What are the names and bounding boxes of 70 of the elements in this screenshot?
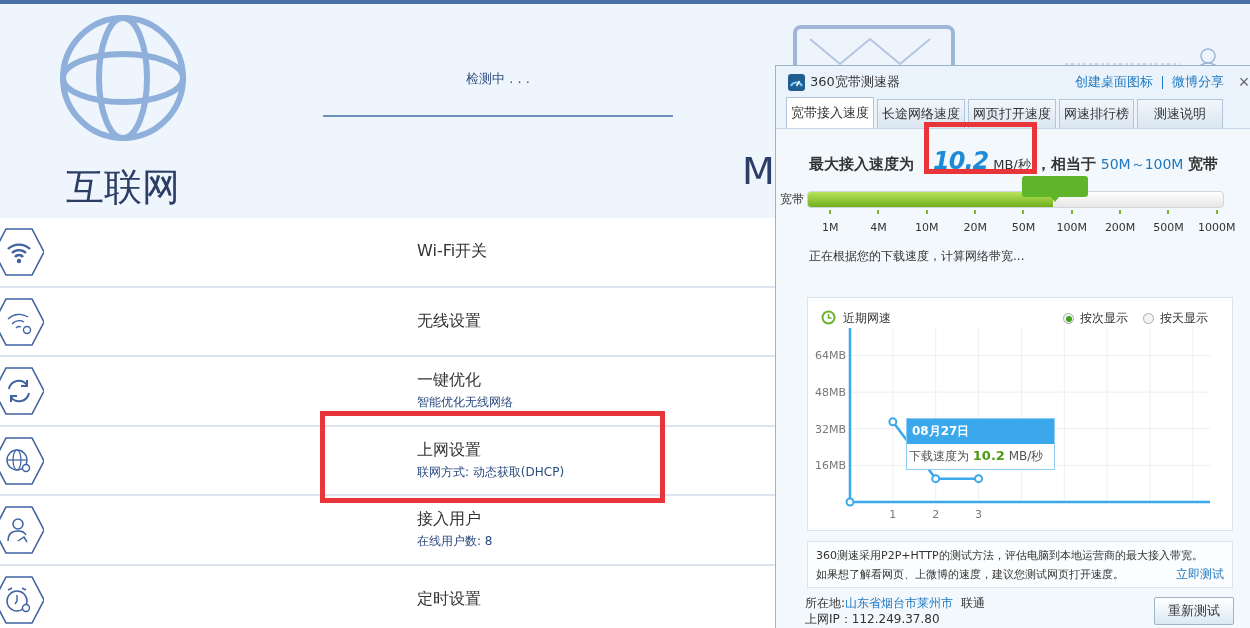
menu-row[interactable]: Wi-Fi开关 xyxy=(0,218,775,288)
y-tick-label: 64MB xyxy=(814,349,846,363)
detecting-status: 检测中 . . . xyxy=(466,70,530,88)
tooltip-date: 08月27日 xyxy=(907,419,1054,444)
status-text: 正在根据您的下载速度，计算网络带宽... xyxy=(809,248,1026,265)
scale-label: 100M xyxy=(1056,221,1088,234)
test-now-link[interactable]: 立即测试 xyxy=(1176,565,1224,584)
data-point[interactable] xyxy=(888,417,898,427)
menu-row[interactable]: 定时设置 xyxy=(0,565,775,628)
scale-label: 200M xyxy=(1104,221,1136,234)
header-text: M xyxy=(742,149,775,193)
marker-badge-icon xyxy=(1022,176,1088,202)
info-text: 如果想了解看网页、上微博的速度，建议您测试网页打开速度。 xyxy=(816,567,1124,583)
menu-title: 定时设置 xyxy=(417,588,481,610)
x-tick-label: 1 xyxy=(889,508,897,521)
close-button[interactable]: × xyxy=(1237,71,1250,93)
equivalent-label: ，相当于 xyxy=(1035,155,1096,174)
scale-label: 1000M xyxy=(1198,221,1236,234)
ip-label: 上网IP： xyxy=(805,612,852,626)
header-link[interactable]: 创建桌面图标 xyxy=(1075,73,1153,91)
menu-subtitle: 在线用户数: 8 xyxy=(417,533,493,551)
scale-label: 50M xyxy=(1011,221,1036,234)
result-label: 最大接入速度为 xyxy=(809,155,914,174)
tab[interactable]: 长途网络速度 xyxy=(877,99,965,128)
bandwidth-suffix: 宽带 xyxy=(1188,155,1219,174)
tooltip-text: 下载速度为 10.2 MB/秒 xyxy=(908,447,1045,465)
y-tick-label: 32MB xyxy=(814,422,846,436)
speedometer-icon xyxy=(788,73,805,91)
retest-button[interactable]: 重新测试 xyxy=(1154,597,1234,625)
globe-icon xyxy=(58,14,187,142)
data-point[interactable] xyxy=(931,474,941,484)
bar-label: 宽带 xyxy=(780,191,804,208)
scale-label: 4M xyxy=(870,221,887,234)
tab[interactable]: 测速说明 xyxy=(1137,99,1223,128)
menu-row[interactable]: 上网设置 联网方式: 动态获取(DHCP) xyxy=(0,426,775,496)
menu-subtitle: 智能优化无线网络 xyxy=(417,394,513,412)
internet-title: 互联网 xyxy=(65,164,180,211)
tab[interactable]: 宽带接入速度 xyxy=(786,97,874,128)
scale-label: 500M xyxy=(1153,221,1184,234)
bandwidth-range: 50M～100M xyxy=(1100,156,1184,174)
x-tick-label: 2 xyxy=(932,508,940,521)
y-tick-label: 48MB xyxy=(814,386,846,400)
tab[interactable]: 网速排行榜 xyxy=(1059,99,1134,128)
menu-row[interactable]: 接入用户 在线用户数: 8 xyxy=(0,496,775,566)
menu-title: 无线设置 xyxy=(417,310,481,332)
location-value: 山东省烟台市莱州市 xyxy=(845,596,954,610)
header-link[interactable]: 微博分享 xyxy=(1172,73,1224,91)
radio-option[interactable]: 按天显示 xyxy=(1143,310,1208,327)
clock-icon xyxy=(821,310,836,325)
y-tick-label: 16MB xyxy=(814,459,846,473)
speed-value: 10.2 xyxy=(933,147,989,175)
menu-subtitle: 联网方式: 动态获取(DHCP) xyxy=(417,463,565,481)
menu-title: 一键优化 xyxy=(417,370,482,392)
isp-name: 联通 xyxy=(960,596,985,610)
window-title: 360宽带测速器 xyxy=(810,73,901,91)
data-point[interactable] xyxy=(974,474,984,484)
menu-row[interactable]: 一键优化 智能优化无线网络 xyxy=(0,357,775,427)
x-tick-label: 3 xyxy=(975,508,983,521)
scale-label: 10M xyxy=(915,221,939,234)
scale-label: 1M xyxy=(821,221,839,234)
radio-option[interactable]: 按次显示 xyxy=(1063,310,1128,327)
menu-title: 接入用户 xyxy=(417,509,482,531)
chart-title: 近期网速 xyxy=(843,310,891,327)
scale-label: 20M xyxy=(963,221,987,234)
ip-value: 112.249.37.80 xyxy=(851,612,940,626)
menu-row[interactable]: 无线设置 xyxy=(0,287,775,357)
menu-title: Wi-Fi开关 xyxy=(417,241,488,263)
location-label: 所在地: xyxy=(805,596,846,610)
menu-title: 上网设置 xyxy=(417,439,482,461)
info-text: 360测速采用P2P+HTTP的测试方法，评估电脑到本地运营商的最大接入带宽。 xyxy=(816,548,1204,564)
